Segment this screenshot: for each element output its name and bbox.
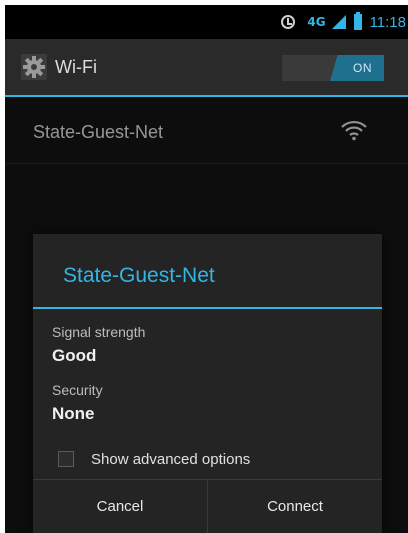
- advanced-options-label: Show advanced options: [91, 450, 251, 468]
- security-label: Security: [52, 382, 103, 398]
- alarm-icon: [281, 15, 296, 29]
- status-icons: 4G 11:18: [281, 5, 406, 39]
- connect-button[interactable]: Connect: [208, 480, 382, 533]
- wifi-toggle[interactable]: ON: [282, 55, 384, 81]
- battery-icon: [353, 12, 362, 30]
- dialog-title: State-Guest-Net: [63, 264, 215, 287]
- dialog-title-divider: [33, 307, 382, 309]
- toggle-state-label: ON: [353, 61, 372, 75]
- settings-gear-icon[interactable]: [21, 54, 47, 80]
- signal-strength-value: Good: [52, 346, 97, 365]
- connect-dialog: State-Guest-Net Signal strength Good Sec…: [33, 234, 382, 533]
- cancel-button[interactable]: Cancel: [33, 480, 208, 533]
- advanced-options-checkbox[interactable]: [58, 451, 74, 467]
- network-type-icon: 4G: [307, 15, 326, 29]
- security-value: None: [52, 404, 95, 423]
- action-bar: Wi-Fi ON: [5, 39, 408, 97]
- signal-strength-label: Signal strength: [52, 324, 146, 340]
- status-clock: 11:18: [369, 13, 406, 31]
- status-bar: 4G 11:18: [5, 5, 408, 39]
- page-title: Wi-Fi: [55, 57, 97, 77]
- cell-signal-icon: [331, 15, 346, 29]
- phone-screen: 4G 11:18 Wi-Fi ON State-Guest-Net State-…: [5, 5, 408, 533]
- screen: 4G 11:18 Wi-Fi ON State-Guest-Net State-…: [0, 0, 408, 533]
- dialog-button-bar: Cancel Connect: [33, 479, 382, 533]
- advanced-options-row[interactable]: Show advanced options: [58, 448, 250, 470]
